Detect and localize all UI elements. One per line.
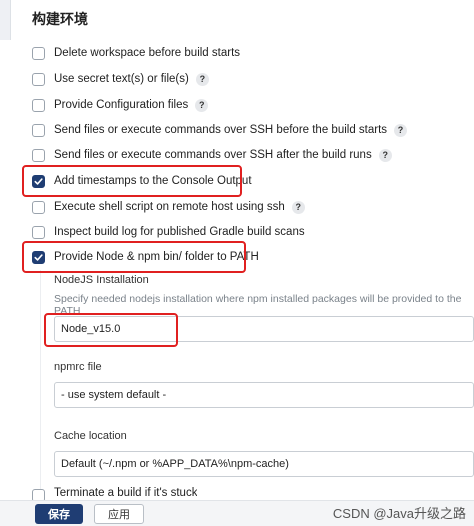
option-config-files[interactable]: Provide Configuration files ? [32,96,209,114]
nodejs-installation-select[interactable]: Node_v15.0 [54,316,474,342]
option-label: Inspect build log for published Gradle b… [54,226,305,238]
option-label: Delete workspace before build starts [54,47,241,59]
checkbox[interactable] [32,123,45,137]
watermark: CSDN @Java升级之路 [332,506,466,521]
checkbox[interactable] [32,98,45,112]
option-label: Use secret text(s) or file(s) [54,73,189,85]
nodejs-installation-label: NodeJS Installation [54,274,149,286]
checkbox-checked[interactable] [32,250,45,264]
option-label: Add timestamps to the Console Output [54,175,252,187]
option-ssh-before[interactable]: Send files or execute commands over SSH … [32,121,408,139]
option-secret-text[interactable]: Use secret text(s) or file(s) ? [32,70,209,88]
option-ssh-after[interactable]: Send files or execute commands over SSH … [32,146,392,164]
option-label: Provide Configuration files [54,99,189,111]
help-icon[interactable]: ? [195,72,209,86]
cache-location-select[interactable]: Default (~/.npm or %APP_DATA%\npm-cache) [54,451,474,477]
help-icon[interactable]: ? [394,123,408,137]
option-label: Send files or execute commands over SSH … [54,124,388,136]
option-remote-shell[interactable]: Execute shell script on remote host usin… [32,198,305,216]
npmrc-file-label: npmrc file [54,361,102,373]
option-node-path[interactable]: Provide Node & npm bin/ folder to PATH [32,248,259,266]
help-icon[interactable]: ? [291,200,305,214]
nodejs-installation-description: Specify needed nodejs installation where… [54,293,462,317]
help-icon[interactable]: ? [378,148,392,162]
save-button[interactable]: 保存 [35,504,83,524]
checkbox[interactable] [32,225,45,239]
help-icon[interactable]: ? [195,98,209,112]
side-panel-edge [0,0,11,40]
cache-location-label: Cache location [54,430,127,442]
check-icon [34,177,43,185]
option-gradle-scans[interactable]: Inspect build log for published Gradle b… [32,223,305,241]
option-label: Send files or execute commands over SSH … [54,149,372,161]
option-label: Terminate a build if it's stuck [54,487,198,499]
checkbox[interactable] [32,72,45,86]
checkbox[interactable] [32,46,45,60]
option-terminate-stuck[interactable]: Terminate a build if it's stuck [32,487,197,501]
section-title: 构建环境 [32,11,88,27]
option-delete-workspace[interactable]: Delete workspace before build starts [32,44,240,62]
npmrc-file-select[interactable]: - use system default - [54,382,474,408]
option-timestamps[interactable]: Add timestamps to the Console Output [32,172,252,190]
option-label: Provide Node & npm bin/ folder to PATH [54,251,259,263]
check-icon [34,253,43,261]
option-label: Execute shell script on remote host usin… [54,201,285,213]
checkbox-checked[interactable] [32,174,45,188]
checkbox[interactable] [32,148,45,162]
apply-button[interactable]: 应用 [94,504,144,524]
checkbox[interactable] [32,200,45,214]
